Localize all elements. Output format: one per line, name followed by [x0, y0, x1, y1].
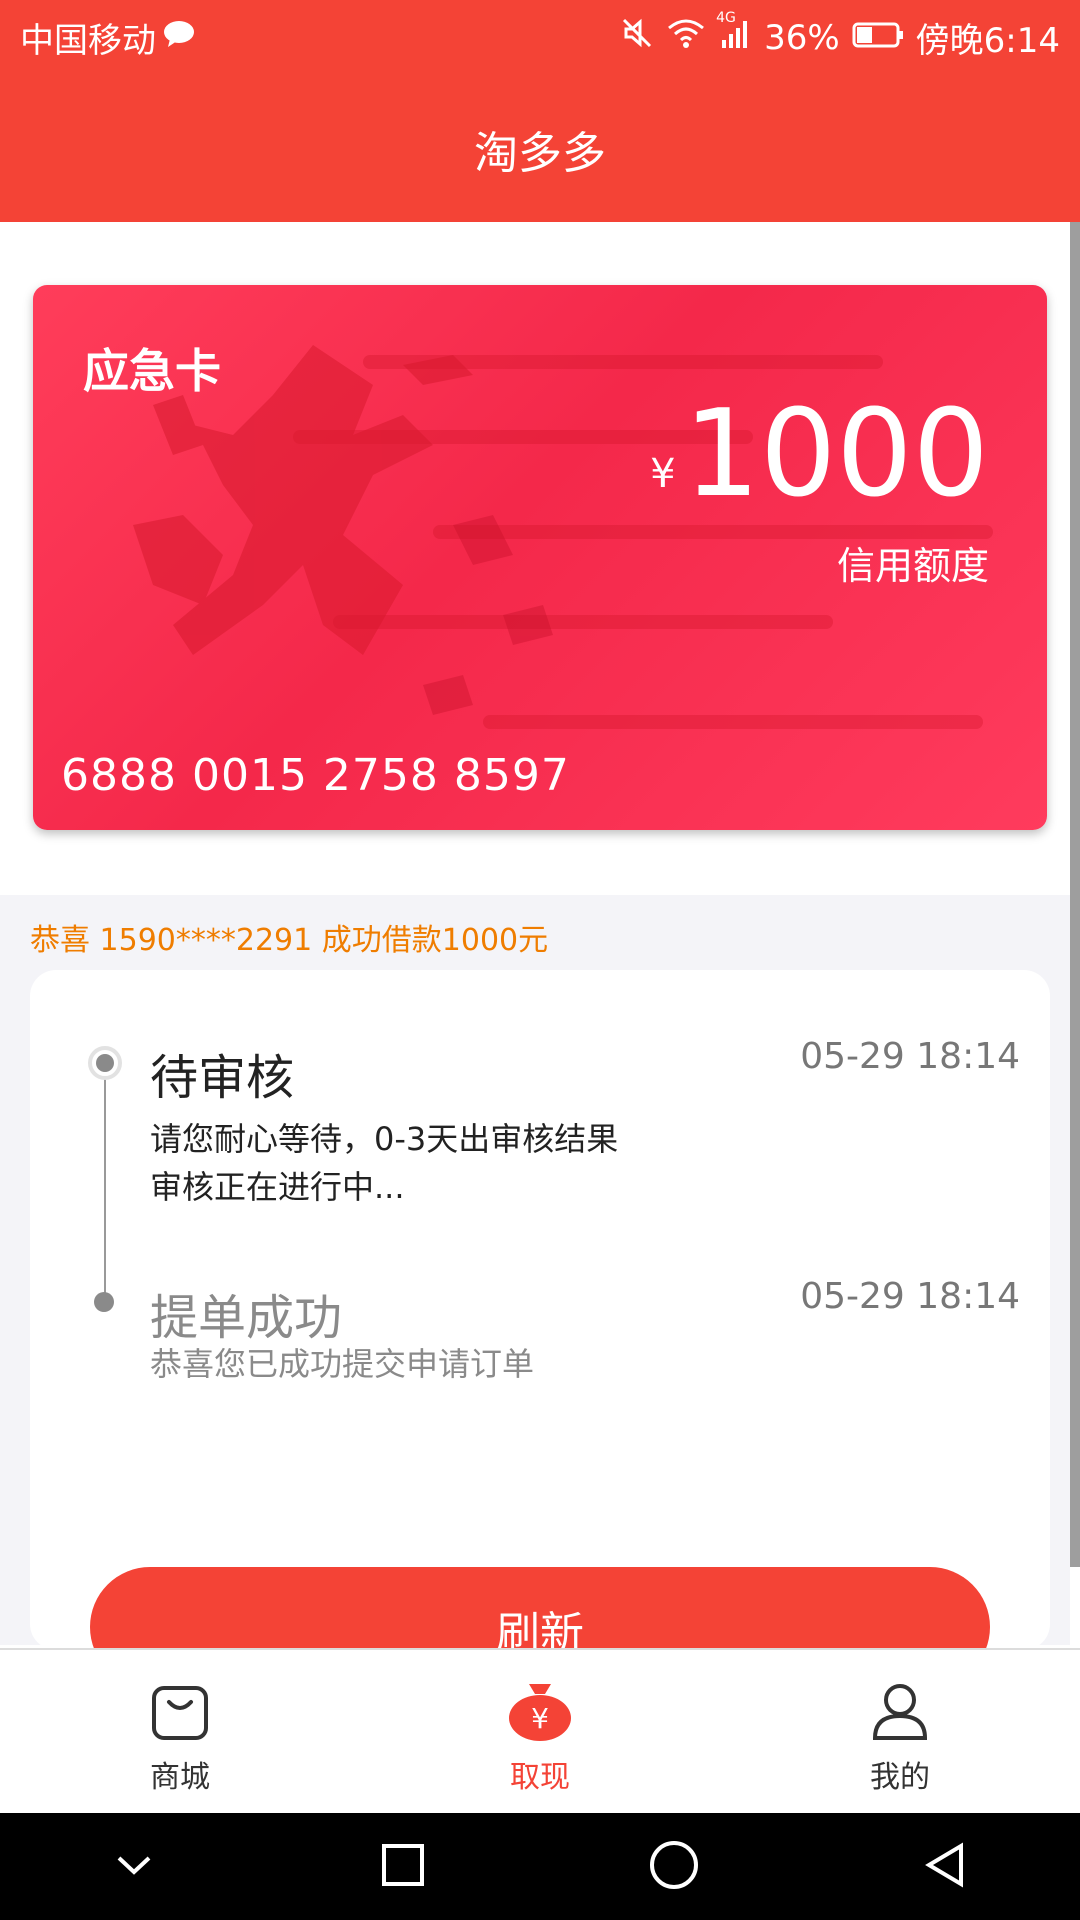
currency-symbol: ¥: [650, 451, 676, 497]
svg-text:¥: ¥: [531, 1702, 549, 1735]
back-icon[interactable]: [921, 1840, 971, 1894]
timeline-step-desc: 审核正在进行中...: [150, 1168, 405, 1206]
wifi-icon: [666, 16, 706, 59]
bottom-nav: 商城 ¥ 取现 我的: [0, 1648, 1080, 1813]
mute-icon: [620, 16, 654, 59]
app-screen: 中国移动 4G 36% 傍晚6:14 淘多多 应急卡 ¥ 1000 信用额度 6…: [0, 0, 1080, 1920]
credit-amount: ¥ 1000: [650, 395, 989, 515]
card-title: 应急卡: [83, 344, 221, 398]
app-header: 淘多多: [0, 75, 1080, 222]
timeline-line: [104, 1062, 106, 1302]
network-type-label: 4G: [716, 10, 736, 26]
message-bubble-icon: [162, 18, 196, 58]
timeline-step-time: 05-29 18:14: [800, 1276, 1020, 1317]
carrier-label: 中国移动: [20, 21, 156, 61]
timeline-step-desc: 请您耐心等待，0-3天出审核结果: [150, 1120, 619, 1158]
nav-item-mall[interactable]: 商城: [0, 1650, 360, 1813]
timeline-dot-current: [88, 1046, 122, 1080]
home-icon[interactable]: [646, 1837, 702, 1897]
money-bag-icon: ¥: [507, 1680, 573, 1746]
timeline-step-title: 提单成功: [150, 1290, 343, 1346]
credit-amount-value: 1000: [683, 385, 989, 524]
battery-percent: 36%: [764, 17, 840, 58]
chevron-down-icon[interactable]: [109, 1840, 159, 1894]
credit-label: 信用额度: [836, 544, 989, 588]
user-icon: [869, 1680, 931, 1746]
status-bar: 中国移动 4G 36% 傍晚6:14: [0, 0, 1080, 75]
nav-item-mine[interactable]: 我的: [720, 1650, 1080, 1813]
nav-label: 取现: [510, 1760, 570, 1795]
timeline-step-time: 05-29 18:14: [800, 1036, 1020, 1077]
recent-apps-icon[interactable]: [378, 1840, 428, 1894]
nav-label: 我的: [870, 1760, 930, 1795]
timeline-step-desc: 恭喜您已成功提交申请订单: [150, 1345, 535, 1383]
shopping-bag-icon: [149, 1680, 211, 1746]
nav-item-withdraw[interactable]: ¥ 取现: [360, 1650, 720, 1813]
loan-notice: 恭喜 1590****2291 成功借款1000元: [30, 923, 549, 958]
nav-label: 商城: [150, 1760, 210, 1795]
battery-icon: [852, 18, 904, 58]
timeline-dot: [94, 1292, 114, 1312]
scrollbar[interactable]: [1070, 222, 1080, 1567]
clock: 傍晚6:14: [915, 21, 1060, 61]
timeline-step-title: 待审核: [150, 1050, 295, 1106]
emergency-card: 应急卡 ¥ 1000 信用额度 6888 0015 2758 8597: [33, 285, 1047, 830]
system-nav-bar: [0, 1813, 1080, 1920]
card-number: 6888 0015 2758 8597: [61, 750, 570, 801]
page-title: 淘多多: [474, 127, 606, 179]
signal-icon: 4G: [716, 10, 752, 59]
